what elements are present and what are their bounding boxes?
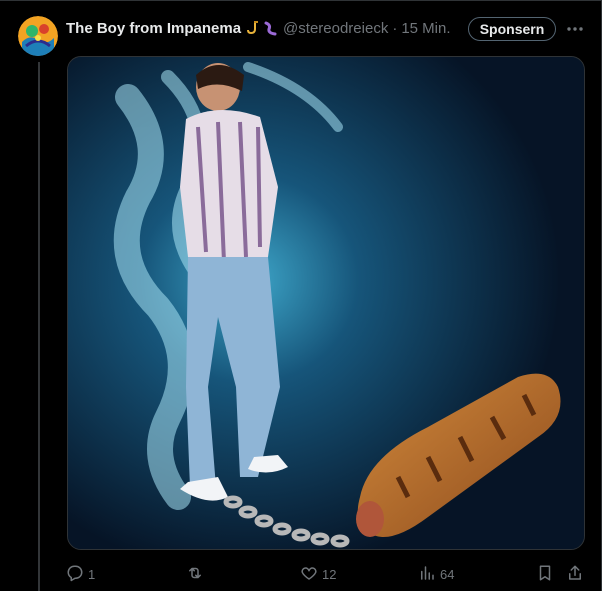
avatar[interactable] <box>18 16 58 56</box>
repost-button[interactable] <box>186 562 208 586</box>
repost-icon <box>186 564 204 585</box>
like-count: 12 <box>322 566 337 582</box>
post-timestamp[interactable]: 15 Min. <box>401 20 450 37</box>
reply-button[interactable]: 1 <box>66 562 95 586</box>
reply-count: 1 <box>88 566 96 582</box>
views-button[interactable]: 64 <box>418 562 454 586</box>
bookmark-icon <box>536 564 554 585</box>
post-media-image[interactable] <box>67 56 585 550</box>
view-count: 64 <box>440 566 455 582</box>
reply-icon <box>66 564 84 585</box>
thread-line <box>38 62 40 591</box>
post-header: The Boy from Impanema @stereodreieck · 1… <box>66 14 451 42</box>
frame-top-border <box>0 0 602 1</box>
author-handle[interactable]: @stereodreieck <box>283 20 388 37</box>
more-options-icon[interactable] <box>564 18 586 40</box>
action-bar: 1 12 64 <box>66 562 586 586</box>
bookmark-button[interactable] <box>536 562 554 586</box>
analytics-icon <box>418 564 436 585</box>
share-button[interactable] <box>566 562 584 586</box>
author-name[interactable]: The Boy from Impanema <box>66 20 241 37</box>
heart-icon <box>300 564 318 585</box>
worm-emoji-icon <box>263 20 279 36</box>
separator-dot: · <box>392 19 398 37</box>
saxophone-emoji-icon <box>244 20 260 36</box>
share-icon <box>566 564 584 585</box>
like-button[interactable]: 12 <box>300 562 336 586</box>
sponsor-button[interactable]: Sponsern <box>468 17 556 41</box>
